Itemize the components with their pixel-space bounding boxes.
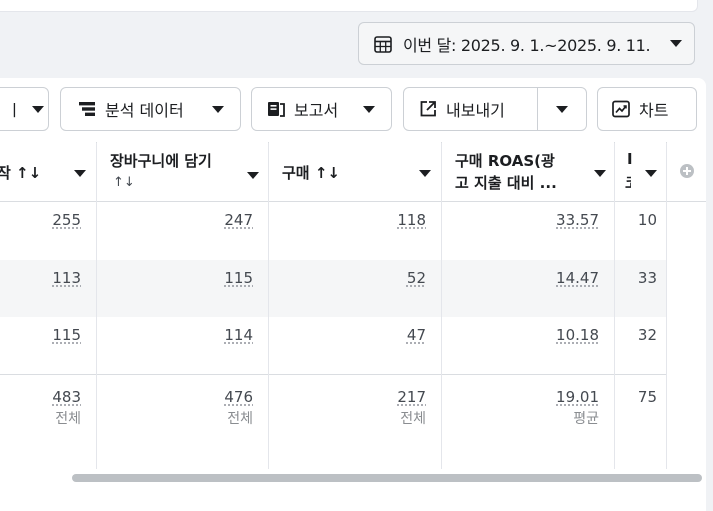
chevron-down-icon[interactable] bbox=[247, 172, 259, 179]
export-label: 내보내기 bbox=[446, 101, 505, 120]
export-button[interactable]: 내보내기 bbox=[404, 88, 538, 130]
cell-value[interactable]: 118 bbox=[269, 211, 426, 229]
cell-value[interactable]: 10.18 bbox=[442, 326, 599, 344]
column-header-label: 구매 ROAS(광 bbox=[455, 152, 555, 170]
line-chart-icon bbox=[612, 100, 630, 118]
cell-value[interactable]: 115 bbox=[97, 269, 253, 287]
cell-value[interactable]: 113 bbox=[0, 269, 81, 287]
column-header-add-to-cart[interactable]: 장바구니에 담기 ↑↓ bbox=[97, 142, 268, 202]
cell-value[interactable]: 115 bbox=[0, 326, 81, 344]
column-header-label: 구매 ↑↓ bbox=[282, 164, 340, 182]
total-cell[interactable]: 483 전체 bbox=[0, 388, 81, 428]
chevron-down-icon bbox=[670, 40, 682, 47]
cell-value[interactable]: 114 bbox=[97, 326, 253, 344]
cell-number[interactable]: 115 bbox=[52, 326, 81, 344]
breakdown-label: 분석 데이터 bbox=[105, 101, 184, 120]
cell-number[interactable]: 52 bbox=[407, 269, 426, 287]
date-range-label: 이번 달: 2025. 9. 1.~2025. 9. 11. bbox=[403, 35, 651, 55]
cell-value[interactable]: 33.57 bbox=[442, 211, 599, 229]
columns-dropdown-label: ㅣ bbox=[7, 101, 22, 120]
total-number[interactable]: 483 bbox=[52, 388, 81, 406]
total-cell: 75 bbox=[615, 388, 657, 406]
chart-button[interactable]: 차트 bbox=[597, 87, 697, 131]
calendar-icon bbox=[374, 35, 392, 53]
breakdown-button[interactable]: 분석 데이터 bbox=[60, 87, 241, 131]
date-range-picker[interactable]: 이번 달: 2025. 9. 1.~2025. 9. 11. bbox=[358, 22, 695, 65]
breakdown-icon bbox=[79, 102, 95, 116]
chevron-down-icon bbox=[556, 105, 568, 113]
cell-number[interactable]: 33.57 bbox=[556, 211, 599, 229]
chart-label: 차트 bbox=[639, 101, 669, 120]
total-cell[interactable]: 19.01 평균 bbox=[442, 388, 599, 428]
reports-label: 보고서 bbox=[294, 101, 339, 120]
total-caption: 전체 bbox=[55, 411, 81, 427]
sort-icon[interactable]: ↑↓ bbox=[113, 175, 135, 190]
cell-value: 33 bbox=[615, 269, 657, 287]
total-caption: 전체 bbox=[227, 411, 253, 427]
total-number[interactable]: 19.01 bbox=[556, 388, 599, 406]
column-divider bbox=[666, 143, 667, 469]
column-header-purchases[interactable]: 구매 ↑↓ bbox=[269, 142, 441, 202]
cell-number[interactable]: 10.18 bbox=[556, 326, 599, 344]
total-caption: 평균 bbox=[573, 411, 599, 427]
column-header-label-line2: 고 지출 대비 ... bbox=[455, 174, 557, 192]
add-column-header[interactable] bbox=[667, 142, 706, 202]
cell-number: 32 bbox=[637, 326, 657, 344]
chevron-down-icon[interactable] bbox=[419, 170, 431, 177]
chevron-down-icon bbox=[31, 105, 44, 113]
column-header-truncated-right[interactable]: I 코 bbox=[615, 142, 666, 202]
chevron-down-icon bbox=[212, 105, 224, 113]
cell-number[interactable]: 247 bbox=[224, 211, 253, 229]
column-header-label: I bbox=[627, 150, 633, 168]
cell-number[interactable]: 118 bbox=[397, 211, 426, 229]
cell-value[interactable]: 247 bbox=[97, 211, 253, 229]
column-header-label-line2: 코 bbox=[625, 172, 631, 193]
cell-number: 33 bbox=[637, 269, 657, 287]
column-header-label: 작 ↑↓ bbox=[0, 164, 42, 182]
total-number: 75 bbox=[637, 388, 657, 406]
chevron-down-icon[interactable] bbox=[645, 170, 657, 177]
scrollbar-thumb[interactable] bbox=[72, 474, 702, 482]
cell-value: 10 bbox=[615, 211, 657, 229]
column-divider bbox=[614, 143, 615, 469]
total-number[interactable]: 476 bbox=[224, 388, 253, 406]
cell-number[interactable]: 255 bbox=[52, 211, 81, 229]
total-cell[interactable]: 217 전체 bbox=[269, 388, 426, 428]
top-card-edge bbox=[0, 0, 698, 12]
cell-number[interactable]: 113 bbox=[52, 269, 81, 287]
cell-number[interactable]: 114 bbox=[224, 326, 253, 344]
chevron-down-icon[interactable] bbox=[594, 170, 606, 177]
cell-value[interactable]: 47 bbox=[269, 326, 426, 344]
chevron-down-icon bbox=[363, 105, 375, 113]
cell-number[interactable]: 115 bbox=[224, 269, 253, 287]
total-cell[interactable]: 476 전체 bbox=[97, 388, 253, 428]
column-header-truncated[interactable]: 작 ↑↓ bbox=[0, 142, 96, 202]
export-button-group: 내보내기 bbox=[403, 87, 587, 131]
total-number[interactable]: 217 bbox=[397, 388, 426, 406]
columns-dropdown-button[interactable]: ㅣ bbox=[0, 87, 49, 131]
cell-value[interactable]: 14.47 bbox=[442, 269, 599, 287]
column-header-purchase-roas[interactable]: 구매 ROAS(광 고 지출 대비 ... bbox=[442, 142, 614, 202]
cell-number: 10 bbox=[637, 211, 657, 229]
report-icon bbox=[268, 102, 285, 117]
chevron-down-icon[interactable] bbox=[74, 170, 86, 177]
export-menu-button[interactable] bbox=[538, 88, 586, 130]
reports-button[interactable]: 보고서 bbox=[251, 87, 392, 131]
export-icon bbox=[420, 101, 436, 117]
total-caption: 전체 bbox=[400, 411, 426, 427]
cell-value[interactable]: 52 bbox=[269, 269, 426, 287]
cell-value[interactable]: 255 bbox=[0, 211, 81, 229]
cell-number[interactable]: 47 bbox=[407, 326, 426, 344]
column-header-label: 장바구니에 담기 bbox=[110, 152, 212, 170]
cell-value: 32 bbox=[615, 326, 657, 344]
cell-number[interactable]: 14.47 bbox=[556, 269, 599, 287]
add-column-icon[interactable] bbox=[680, 164, 694, 178]
